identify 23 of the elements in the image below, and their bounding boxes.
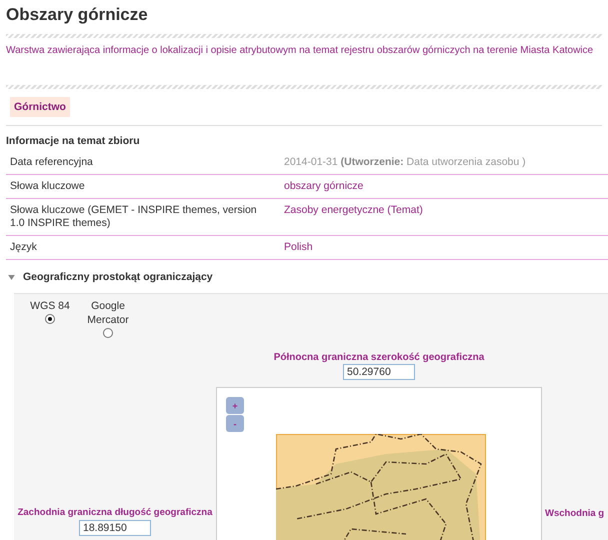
page-title: Obszary górnicze bbox=[6, 4, 149, 26]
field-label: Język bbox=[10, 241, 38, 254]
projection-label: Google Mercator bbox=[86, 299, 130, 327]
projection-radio[interactable] bbox=[45, 314, 55, 324]
category-tag[interactable]: Górnictwo bbox=[10, 97, 70, 117]
keyword-link[interactable]: Zasoby energetyczne (Temat) bbox=[284, 204, 604, 230]
projection-radio[interactable] bbox=[103, 328, 113, 338]
projection-label: WGS 84 bbox=[30, 299, 70, 313]
field-value: 2014-01-31 (Utworzenie: Data utworzenia zasobu ) bbox=[284, 156, 527, 169]
north-latitude-field[interactable]: 50.29760 bbox=[343, 364, 415, 380]
field-label: Słowa kluczowe (GEMET - INSPIRE themes, version 1.0 INSPIRE themes) bbox=[10, 204, 258, 230]
west-longitude-label: Zachodnia graniczna długość geograficzna bbox=[18, 507, 212, 518]
section-heading: Geograficzny prostokąt ograniczający bbox=[23, 271, 213, 283]
keyword-link[interactable]: Polish bbox=[284, 241, 604, 254]
west-longitude-field[interactable]: 18.89150 bbox=[79, 520, 151, 536]
keyword-link[interactable]: obszary górnicze bbox=[284, 180, 604, 193]
collapse-triangle-icon[interactable] bbox=[8, 274, 15, 280]
field-label: Słowa kluczowe bbox=[10, 180, 86, 193]
description-text: Warstwa zawierająca informacje o lokalizacji i opisie atrybutowym na temat rejestru obszarów górniczych na terenie Miasta Katowice bbox=[6, 44, 594, 58]
section-heading: Informacje na temat zbioru bbox=[6, 134, 141, 149]
north-latitude-label: Północna graniczna szerokość geograficzna bbox=[274, 352, 484, 363]
field-label: Data referencyjna bbox=[10, 156, 94, 169]
east-longitude-label: Wschodnia g bbox=[545, 508, 604, 519]
